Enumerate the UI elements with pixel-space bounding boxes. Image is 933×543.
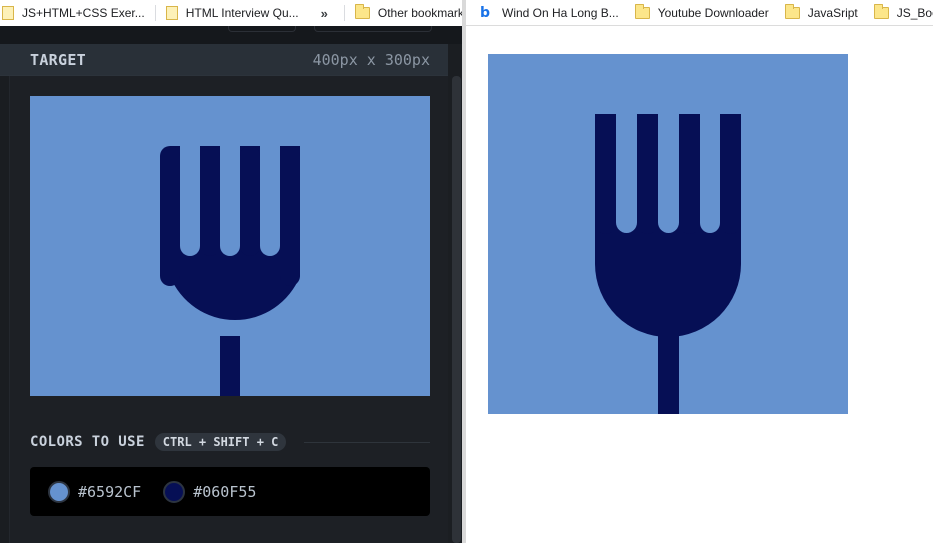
fork-tine	[240, 146, 260, 256]
fork-gap	[180, 136, 200, 256]
bookmark-label: Wind On Ha Long B...	[502, 5, 619, 20]
fork-tine	[595, 114, 616, 234]
bookmarks-overflow-button[interactable]: »	[321, 0, 334, 26]
fork-tine	[200, 146, 220, 256]
top-tab[interactable]	[314, 26, 432, 32]
panel-left-edge	[0, 76, 10, 543]
top-tab[interactable]	[228, 26, 296, 32]
fork-gap	[220, 136, 240, 256]
pane-divider[interactable]	[462, 0, 466, 543]
bookmark-javasript[interactable]: JavaSript	[784, 0, 858, 25]
page-icon	[165, 6, 178, 20]
bookmark-other-bookmarks[interactable]: Other bookmarks	[354, 0, 462, 26]
bookmark-separator	[343, 5, 345, 21]
fork-handle	[220, 336, 240, 396]
swatch-light-blue[interactable]: #6592CF	[48, 480, 142, 503]
bookmark-label: Other bookmarks	[377, 6, 462, 20]
color-swatches: #6592CF #060F55	[30, 467, 430, 516]
panel-top-strip	[0, 26, 462, 44]
folder-icon	[784, 3, 800, 19]
bookmark-html-interview[interactable]: HTML Interview Qu...	[165, 0, 299, 26]
shortcut-badge: CTRL + SHIFT + C	[154, 433, 287, 451]
page-icon	[2, 6, 14, 20]
bookmark-js-book[interactable]: JS_Book	[873, 0, 933, 25]
bookmarks-bar-right: b Wind On Ha Long B... Youtube Downloade…	[466, 0, 933, 26]
fork-tine	[679, 114, 700, 234]
bookmark-youtube-downloader[interactable]: Youtube Downloader	[634, 0, 769, 25]
color-hex: #6592CF	[78, 482, 142, 501]
fork-handle	[658, 324, 679, 414]
output-preview	[488, 54, 848, 414]
scrollbar-thumb[interactable]	[452, 76, 461, 543]
fork-gap	[616, 104, 637, 233]
target-title: TARGET	[30, 50, 86, 69]
fork-tine	[160, 146, 180, 286]
fork-gaps	[180, 136, 280, 256]
chevron-double-right-icon: »	[320, 5, 328, 21]
fork-gap-top	[616, 104, 720, 114]
target-image	[30, 96, 430, 396]
fork-gap-top	[180, 136, 280, 146]
fork-gaps	[616, 104, 720, 233]
target-panel: TARGET 400px x 300px COLORS TO USE CTRL …	[0, 26, 462, 543]
bookmark-label: JavaSript	[807, 5, 858, 20]
color-hex: #060F55	[193, 482, 257, 501]
bing-icon: b	[480, 4, 491, 21]
header-rule	[304, 441, 430, 443]
bookmark-label: JS+HTML+CSS Exer...	[22, 6, 145, 20]
folder-icon	[873, 3, 889, 19]
target-dimensions: 400px x 300px	[312, 50, 430, 69]
bookmark-label: JS_Book	[896, 5, 933, 20]
bookmark-label: Youtube Downloader	[657, 5, 769, 20]
folder-icon	[634, 3, 650, 19]
folder-icon	[354, 4, 370, 19]
fork-tine	[720, 114, 741, 234]
target-header: TARGET 400px x 300px	[0, 44, 448, 76]
fork-gap	[700, 104, 720, 233]
bookmarks-bar-left: JS+HTML+CSS Exer... HTML Interview Qu...…	[0, 0, 462, 26]
bookmark-wind-on-ha-long[interactable]: b Wind On Ha Long B...	[480, 0, 619, 25]
fork-tine	[637, 114, 658, 234]
bookmark-separator	[154, 5, 156, 21]
fork-gap	[658, 104, 679, 233]
colors-header: COLORS TO USE CTRL + SHIFT + C	[30, 430, 430, 454]
fork-gap	[260, 136, 280, 256]
bookmark-label: HTML Interview Qu...	[185, 6, 299, 20]
fork-tine	[280, 146, 300, 286]
swatch-navy[interactable]: #060F55	[163, 480, 257, 503]
colors-title: COLORS TO USE	[30, 434, 145, 450]
color-dot	[48, 480, 70, 503]
color-dot	[163, 480, 186, 503]
bookmark-js-html-css[interactable]: JS+HTML+CSS Exer...	[2, 0, 145, 26]
